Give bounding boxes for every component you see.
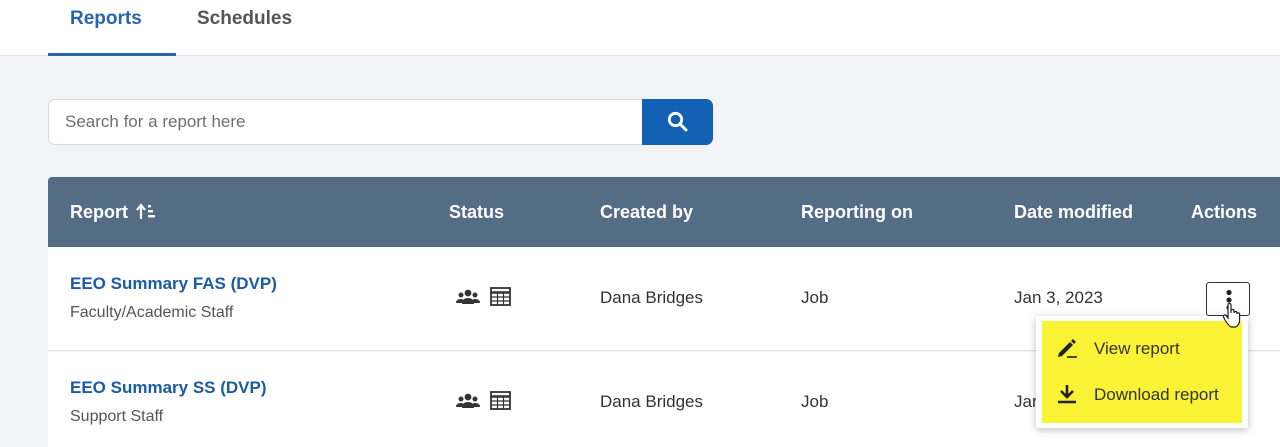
column-header-date-modified: Date modified	[1014, 202, 1134, 222]
column-header-actions: Actions	[1191, 202, 1258, 222]
menu-item-download-report[interactable]: Download report	[1042, 371, 1242, 417]
actions-dropdown-menu: View report Download report	[1036, 316, 1248, 428]
menu-item-label: Download report	[1094, 385, 1219, 404]
pencil-icon	[1056, 338, 1078, 363]
search-input[interactable]	[48, 99, 644, 145]
report-title-link[interactable]: EEO Summary FAS (DVP)	[70, 274, 277, 294]
status-icons	[456, 287, 517, 311]
report-title-link[interactable]: EEO Summary SS (DVP)	[70, 378, 267, 398]
date-modified-cell: Jan 3, 2023	[1014, 288, 1103, 307]
search-button[interactable]	[642, 99, 713, 145]
reporting-on-cell: Job	[801, 288, 829, 307]
created-by-cell: Dana Bridges	[600, 288, 704, 307]
column-header-report[interactable]: Report	[70, 202, 156, 223]
report-subtitle: Support Staff	[70, 408, 164, 425]
download-icon	[1056, 384, 1078, 409]
table-icon	[490, 391, 512, 415]
users-icon	[456, 288, 480, 311]
active-tab-indicator	[48, 53, 176, 56]
tab-reports[interactable]: Reports	[70, 8, 142, 30]
tab-schedules[interactable]: Schedules	[197, 8, 292, 30]
menu-highlight: View report Download report	[1042, 321, 1242, 423]
table-header: Report Status Created by Reporting on Da…	[48, 177, 1280, 247]
search-icon	[667, 111, 688, 132]
menu-item-label: View report	[1094, 339, 1180, 358]
column-header-created-by: Created by	[600, 202, 694, 222]
users-icon	[456, 392, 480, 415]
column-header-report-label: Report	[70, 202, 128, 222]
sort-ascending-icon[interactable]	[136, 203, 156, 220]
menu-item-view-report[interactable]: View report	[1042, 325, 1242, 371]
column-header-reporting-on: Reporting on	[801, 202, 913, 222]
created-by-cell: Dana Bridges	[600, 392, 704, 411]
table-icon	[490, 287, 512, 311]
report-subtitle: Faculty/Academic Staff	[70, 304, 234, 321]
search-bar	[48, 99, 713, 145]
tab-bar: Reports Schedules	[0, 0, 1280, 56]
reporting-on-cell: Job	[801, 392, 829, 411]
column-header-status: Status	[449, 202, 505, 222]
status-icons	[456, 391, 517, 415]
hand-cursor-icon	[1222, 303, 1241, 328]
